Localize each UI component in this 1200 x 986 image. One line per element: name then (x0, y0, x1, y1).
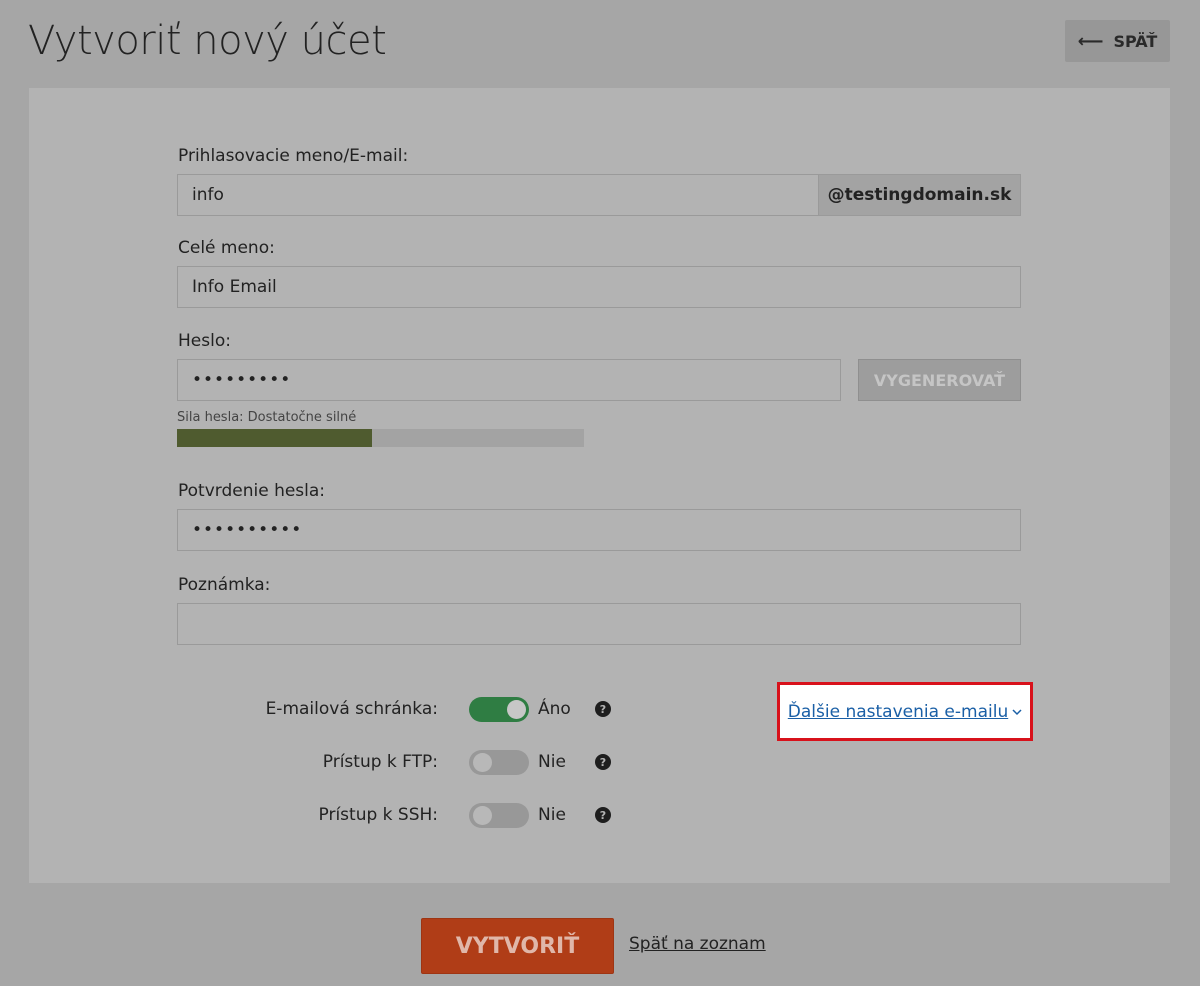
ftp-access-toggle[interactable] (469, 750, 529, 775)
more-email-settings-link[interactable]: Ďalšie nastavenia e-mailu (777, 682, 1033, 741)
toggle-knob (473, 753, 492, 772)
confirm-password-label: Potvrdenie hesla: (178, 481, 326, 501)
ssh-access-state: Nie (538, 805, 566, 825)
password-input[interactable]: ••••••••• (177, 359, 841, 401)
password-strength-text: Sila hesla: Dostatočne silné (177, 410, 357, 425)
fullname-label: Celé meno: (178, 238, 275, 258)
page-title: Vytvoriť nový účet (28, 18, 387, 64)
help-icon[interactable]: ? (595, 701, 611, 717)
password-strength-bar (177, 429, 584, 447)
service-label-ssh: Prístup k SSH: (318, 805, 439, 825)
fullname-input[interactable]: Info Email (177, 266, 1021, 308)
note-label: Poznámka: (178, 575, 271, 595)
toggle-knob (507, 700, 526, 719)
arrow-left-icon: ⟵ (1077, 30, 1104, 52)
chevron-down-icon (1012, 705, 1022, 719)
password-value: ••••••••• (192, 370, 292, 390)
confirm-password-input[interactable]: •••••••••• (177, 509, 1021, 551)
toggle-knob (473, 806, 492, 825)
login-label: Prihlasovacie meno/E-mail: (178, 146, 409, 166)
password-label: Heslo: (178, 331, 231, 351)
more-email-settings-label: Ďalšie nastavenia e-mailu (787, 701, 1009, 722)
ftp-access-state: Nie (538, 752, 566, 772)
back-to-list-link[interactable]: Späť na zoznam (629, 934, 766, 954)
domain-addon: @testingdomain.sk (819, 174, 1021, 216)
help-icon[interactable]: ? (595, 807, 611, 823)
help-icon[interactable]: ? (595, 754, 611, 770)
back-button-label: SPÄŤ (1113, 31, 1158, 51)
login-input[interactable]: info (177, 174, 819, 216)
create-button[interactable]: VYTVORIŤ (421, 918, 614, 974)
ssh-access-toggle[interactable] (469, 803, 529, 828)
back-button[interactable]: ⟵ SPÄŤ (1065, 20, 1170, 62)
login-value: info (192, 185, 224, 205)
generate-password-button[interactable]: VYGENEROVAŤ (858, 359, 1021, 401)
confirm-password-value: •••••••••• (192, 520, 303, 540)
email-mailbox-state: Áno (538, 699, 571, 719)
service-label-email: E-mailová schránka: (265, 699, 438, 719)
service-label-ftp: Prístup k FTP: (322, 752, 438, 772)
note-input[interactable] (177, 603, 1021, 645)
email-mailbox-toggle[interactable] (469, 697, 529, 722)
password-strength-fill (177, 429, 373, 447)
fullname-value: Info Email (192, 277, 277, 297)
